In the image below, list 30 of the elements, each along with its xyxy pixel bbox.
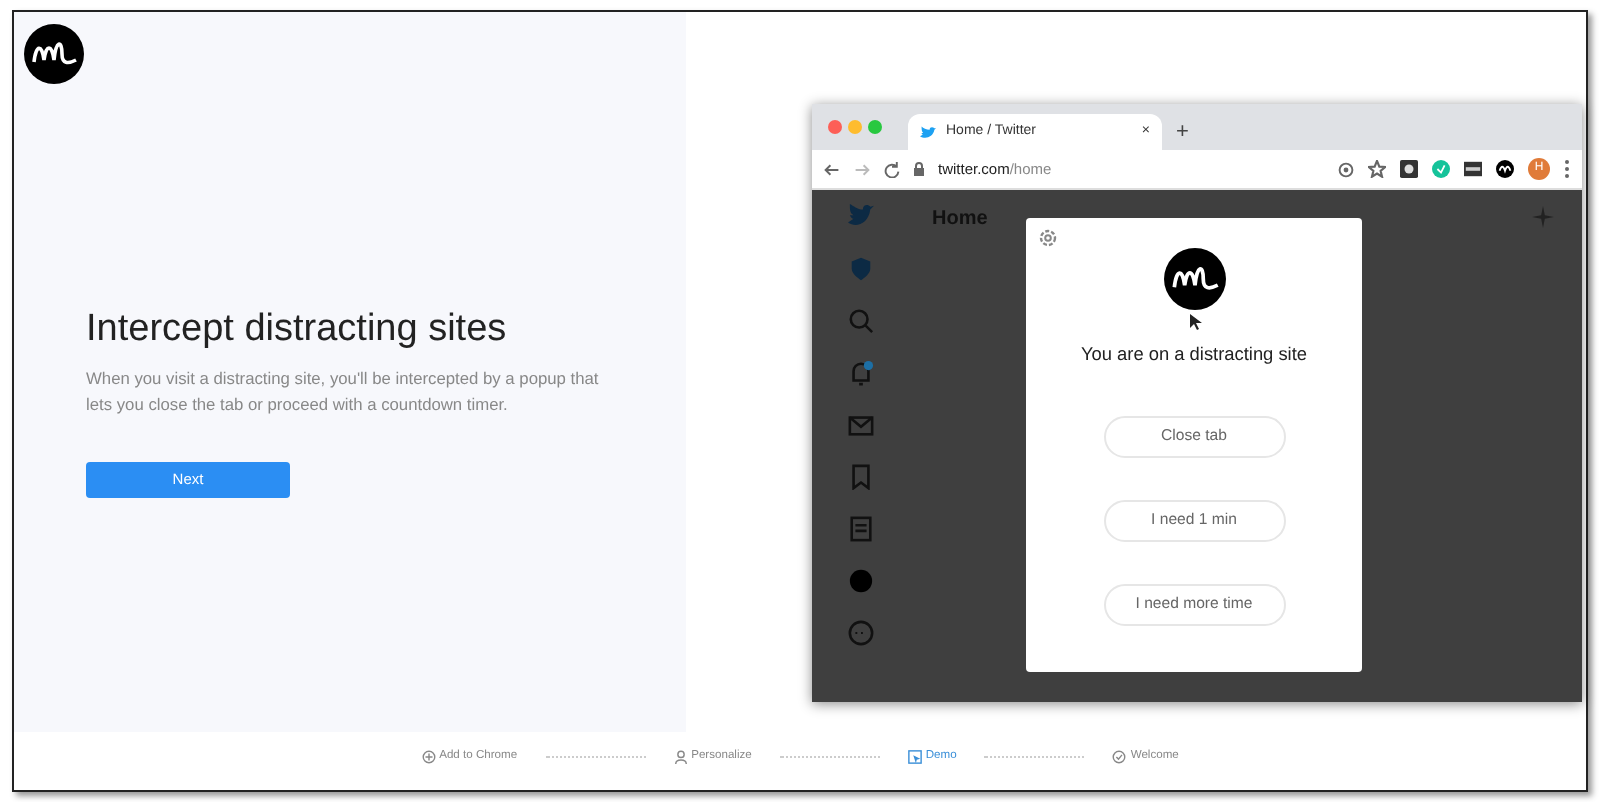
list-icon[interactable] xyxy=(847,516,873,542)
bird-icon[interactable] xyxy=(847,204,873,230)
add-icon xyxy=(421,750,436,764)
forward-icon[interactable] xyxy=(854,161,870,177)
mail-icon[interactable] xyxy=(847,412,873,438)
cursor-icon xyxy=(907,750,922,764)
bell-icon[interactable] xyxy=(847,360,873,386)
extension-icon[interactable] xyxy=(1400,160,1418,178)
back-icon[interactable] xyxy=(824,161,840,177)
description-text: When you visit a distracting site, you'll be intercepted by a popup that lets you close the tab or proceed with a countdown timer. xyxy=(86,365,601,418)
settings-icon[interactable] xyxy=(1038,228,1058,248)
extension-icon[interactable] xyxy=(1464,160,1482,178)
lock-icon xyxy=(914,162,924,176)
bookmark-icon[interactable] xyxy=(847,464,873,490)
extension-icon[interactable] xyxy=(1496,160,1514,178)
menu-icon[interactable] xyxy=(1564,160,1570,178)
cursor-icon xyxy=(1190,314,1202,330)
star-icon[interactable] xyxy=(1368,160,1386,178)
shield-icon[interactable] xyxy=(847,256,873,282)
target-icon[interactable] xyxy=(1338,161,1354,177)
check-icon xyxy=(1112,750,1127,764)
page-heading: Intercept distracting sites xyxy=(86,308,509,354)
reload-icon[interactable] xyxy=(884,161,900,177)
person-icon xyxy=(673,750,688,764)
sparkle-icon[interactable] xyxy=(1532,206,1554,228)
search-icon[interactable] xyxy=(847,308,873,334)
popup-title: You are on a distracting site xyxy=(1080,342,1308,368)
new-tab-button[interactable]: + xyxy=(1176,122,1189,144)
more-icon[interactable] xyxy=(847,620,873,646)
bird-icon xyxy=(920,125,936,139)
